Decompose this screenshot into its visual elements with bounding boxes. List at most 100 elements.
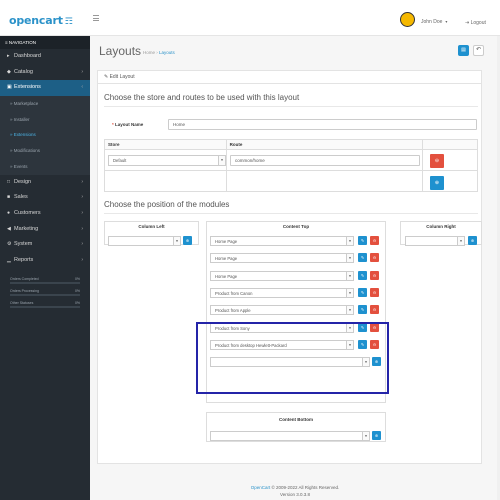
breadcrumb-current[interactable]: Layouts — [159, 50, 175, 55]
puzzle-icon: ▣ — [7, 84, 12, 91]
sidebar-item-customers[interactable]: ● Customers › — [0, 206, 90, 222]
logo-text: opencart — [9, 14, 63, 27]
add-module-button[interactable]: ⊕ — [468, 236, 477, 245]
edit-module-button[interactable]: ✎ — [358, 253, 367, 263]
user-icon: ● — [7, 209, 11, 216]
chevron-right-icon: › — [81, 178, 83, 185]
sidebar-item-system[interactable]: ⚙ System › — [0, 237, 90, 253]
chevron-left-icon: ‹ — [81, 84, 83, 91]
highlight-box — [196, 322, 389, 394]
progress-bar — [10, 294, 80, 296]
progress-label: Other Statuses — [10, 300, 34, 305]
remove-module-button[interactable]: ⊖ — [370, 236, 379, 245]
module-select-value: Product from Apple — [215, 308, 251, 314]
column-right-title: Column Right — [426, 224, 456, 229]
remove-module-button[interactable]: ⊖ — [370, 305, 379, 315]
user-menu[interactable]: John Doe ▾ — [400, 12, 447, 27]
sidebar-item-dashboard[interactable]: ▸ Dashboard — [0, 49, 90, 65]
remove-module-button[interactable]: ⊖ — [370, 253, 379, 263]
store-select-value: Default — [113, 158, 127, 163]
content-bottom-select[interactable]: ▾ — [210, 431, 370, 441]
edit-module-button[interactable]: ✎ — [358, 236, 367, 245]
chevron-right-icon: › — [81, 225, 83, 232]
sidebar-item-design[interactable]: □ Design › — [0, 175, 90, 191]
progress-bar — [10, 306, 80, 308]
column-right-select[interactable]: ▾ — [405, 236, 465, 246]
edit-layout-panel: ✎ Edit Layout Choose the store and route… — [97, 70, 482, 464]
share-icon: ◀ — [7, 225, 11, 232]
module-select-value: Product from Canon — [215, 290, 253, 296]
opencart-link[interactable]: OpenCart — [251, 485, 271, 490]
main-content: Layouts Home › Layouts ▤ ↶ ✎ Edit Layout… — [90, 36, 500, 500]
sidebar-subitem-events[interactable]: » Events — [0, 158, 90, 175]
panel-heading: ✎ Edit Layout — [98, 71, 481, 84]
chevron-down-icon: ▾ — [346, 288, 353, 297]
remove-module-button[interactable]: ⊖ — [370, 270, 379, 280]
opencart-logo[interactable]: opencart ☶ — [9, 14, 73, 27]
progress-orders-processing: Orders Processing 0% — [10, 289, 80, 296]
chevron-right-icon: › — [81, 194, 83, 201]
route-header: Route — [225, 139, 424, 150]
logout-link[interactable]: ⇥ Logout — [465, 20, 486, 26]
route-input[interactable]: common/home — [230, 155, 420, 166]
progress-bar — [10, 282, 80, 284]
section-title-routes: Choose the store and routes to be used w… — [104, 93, 300, 102]
progress-label: Orders Completed — [10, 276, 39, 281]
avatar — [400, 12, 415, 27]
tag-icon: ◆ — [7, 68, 11, 75]
dashboard-icon: ▸ — [7, 53, 10, 59]
back-button[interactable]: ↶ — [473, 45, 484, 56]
edit-module-button[interactable]: ✎ — [358, 287, 367, 297]
layout-name-label: * Layout Name — [112, 122, 144, 127]
sidebar: ≡ NAVIGATION ▸ Dashboard ◆ Catalog › ▣ Exte… — [0, 36, 90, 500]
progress-other-statuses: Other Statuses 0% — [10, 301, 80, 308]
sidebar-item-label: Customers — [14, 209, 41, 216]
sidebar-item-reports[interactable]: ▁ Reports › — [0, 253, 90, 269]
sidebar-item-label: System — [14, 241, 33, 248]
footer: OpenCart © 2009-2022 All Rights Reserved… — [90, 484, 500, 498]
progress-orders-completed: Orders Completed 0% — [10, 277, 80, 284]
add-route-button[interactable]: ⊕ — [430, 176, 444, 190]
sidebar-item-label: Reports — [14, 256, 34, 263]
add-module-button[interactable]: ⊕ — [183, 236, 192, 245]
sidebar-subitem-installer[interactable]: » Installer — [0, 111, 90, 128]
sidebar-item-label: Marketing — [14, 225, 39, 232]
monitor-icon: □ — [7, 178, 11, 185]
chevron-down-icon: ▾ — [346, 271, 353, 280]
save-button[interactable]: ▤ — [458, 45, 469, 56]
chevron-down-icon: ▾ — [346, 254, 353, 263]
copyright-text: © 2009-2022 All Rights Reserved. — [270, 485, 340, 490]
sidebar-subitem-modifications[interactable]: » Modifications — [0, 143, 90, 159]
user-name: John Doe — [421, 18, 443, 25]
layout-name-input[interactable]: Home — [168, 119, 477, 130]
bar-chart-icon: ▁ — [7, 256, 11, 263]
content-top-module-select[interactable]: Product from Canon ▾ — [210, 287, 354, 298]
sidebar-item-sales[interactable]: ■ Sales › — [0, 190, 90, 206]
layout-name-label-text: Layout Name — [115, 122, 144, 127]
section-title-modules: Choose the position of the modules — [104, 200, 230, 209]
store-select[interactable]: Default ▾ — [108, 155, 226, 166]
breadcrumb-home[interactable]: Home — [143, 50, 155, 55]
sidebar-item-label: Sales — [14, 194, 28, 201]
menu-toggle-icon[interactable] — [93, 15, 99, 23]
sidebar-subitem-marketplace[interactable]: » Marketplace — [0, 96, 90, 112]
column-left-select[interactable]: ▾ — [108, 236, 181, 246]
remove-route-button[interactable]: ⊖ — [430, 154, 444, 168]
content-top-module-select[interactable]: Product from Apple ▾ — [210, 305, 354, 316]
content-top-module-select[interactable]: Home Page ▾ — [210, 253, 354, 264]
gear-icon: ⚙ — [7, 241, 12, 248]
sidebar-item-extensions[interactable]: ▣ Extensions ‹ — [0, 80, 90, 97]
sidebar-item-marketing[interactable]: ◀ Marketing › — [0, 222, 90, 238]
content-top-module-select[interactable]: Home Page ▾ — [210, 236, 354, 246]
page-title: Layouts — [99, 44, 142, 58]
sidebar-item-label: Catalog — [14, 68, 33, 75]
sidebar-item-label: Dashboard — [14, 53, 41, 59]
store-header: Store — [104, 139, 227, 150]
content-top-module-select[interactable]: Home Page ▾ — [210, 270, 354, 281]
add-module-button[interactable]: ⊕ — [372, 431, 381, 440]
sidebar-subitem-extensions[interactable]: » Extensions — [0, 127, 90, 144]
sidebar-item-catalog[interactable]: ◆ Catalog › — [0, 65, 90, 81]
remove-module-button[interactable]: ⊖ — [370, 287, 379, 297]
edit-module-button[interactable]: ✎ — [358, 305, 367, 315]
edit-module-button[interactable]: ✎ — [358, 270, 367, 280]
